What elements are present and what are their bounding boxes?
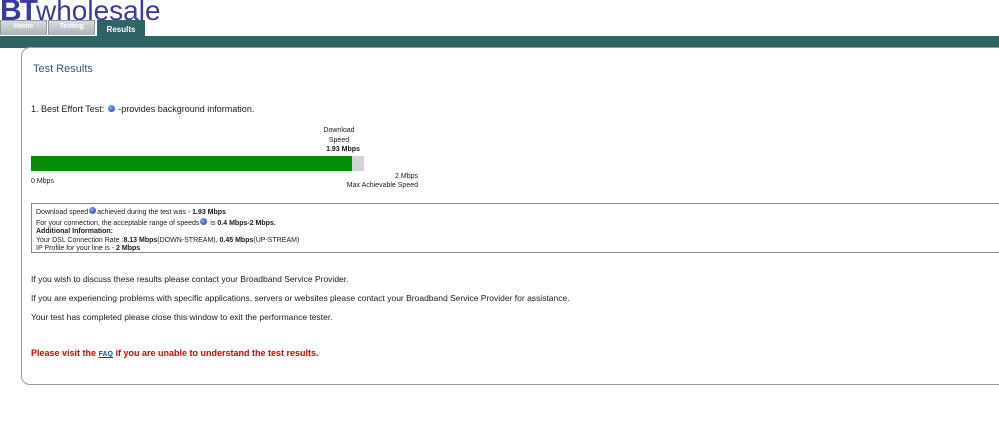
faq-link[interactable]: FAQ — [99, 351, 113, 358]
additional-info-box: Download speed achieved during the test w… — [31, 203, 999, 253]
info-text: Download speed — [36, 209, 89, 216]
info-line-ip-profile: IP Profile for your line is - 2 Mbps — [36, 245, 999, 254]
problems-text: If you are experiencing problems with sp… — [31, 293, 570, 303]
best-effort-test-label: 1. Best Effort Test: -provides backgroun… — [31, 104, 254, 114]
test-prefix: 1. Best Effort Test: — [31, 104, 105, 114]
page-title: Test Results — [33, 63, 93, 75]
info-line-download: Download speed achieved during the test w… — [36, 207, 999, 218]
info-text: (DOWN-STREAM), — [157, 236, 218, 244]
info-text: IP Profile for your line is - — [36, 245, 115, 252]
download-label-line1: Download — [323, 127, 355, 134]
faq-text-after: if you are unable to understand the test… — [115, 348, 319, 358]
info-text: (UP-STREAM) — [253, 236, 300, 244]
min-speed-label: 0 Mbps — [31, 178, 54, 185]
tab-results[interactable]: Results — [97, 20, 145, 36]
faq-notice: Please visit the FAQ if you are unable t… — [31, 348, 319, 358]
max-speed-value: 2 Mbps — [395, 173, 418, 180]
tab-testing[interactable]: Testing — [48, 20, 95, 35]
info-text: is — [210, 219, 216, 227]
info-icon[interactable] — [107, 105, 115, 112]
speed-bar-track — [31, 156, 364, 171]
results-panel: Test Results 1. Best Effort Test: -provi… — [21, 47, 999, 385]
download-speed-label: Download Speed — [319, 126, 359, 146]
test-suffix: -provides background information. — [118, 104, 255, 114]
completed-text: Your test has completed please close thi… — [31, 312, 333, 322]
nav-tabs: Home Testing Results — [0, 20, 146, 36]
ip-profile-value: 2 Mbps — [116, 245, 141, 252]
info-text: For your connection, the acceptable rang… — [36, 219, 200, 227]
info-icon[interactable] — [89, 207, 97, 214]
speed-bar-fill — [31, 156, 352, 171]
download-speed-value: 1.93 Mbps — [326, 146, 360, 153]
info-text: Your DSL Connection Rate : — [36, 236, 124, 244]
faq-text-before: Please visit the — [31, 348, 97, 358]
download-speed-result: 1.93 Mbps — [192, 209, 226, 216]
upstream-rate: 0.45 Mbps — [219, 236, 254, 244]
max-speed-label: Max Achievable Speed — [346, 182, 418, 189]
contact-provider-text: If you wish to discuss these results ple… — [31, 274, 349, 284]
tab-home[interactable]: Home — [0, 20, 47, 35]
info-line-dsl: Your DSL Connection Rate :8.13 Mbps(DOWN… — [36, 237, 999, 246]
info-text: achieved during the test was - — [97, 209, 191, 216]
info-icon[interactable] — [200, 217, 208, 225]
downstream-rate: 8.13 Mbps — [123, 236, 158, 244]
info-line-range: For your connection, the acceptable rang… — [36, 217, 999, 229]
acceptable-range-value: 0.4 Mbps-2 Mbps. — [217, 219, 276, 227]
info-line-heading: Additional Information: — [36, 228, 999, 237]
download-label-line2: Speed — [328, 137, 350, 144]
additional-info-heading: Additional Information: — [36, 228, 113, 235]
